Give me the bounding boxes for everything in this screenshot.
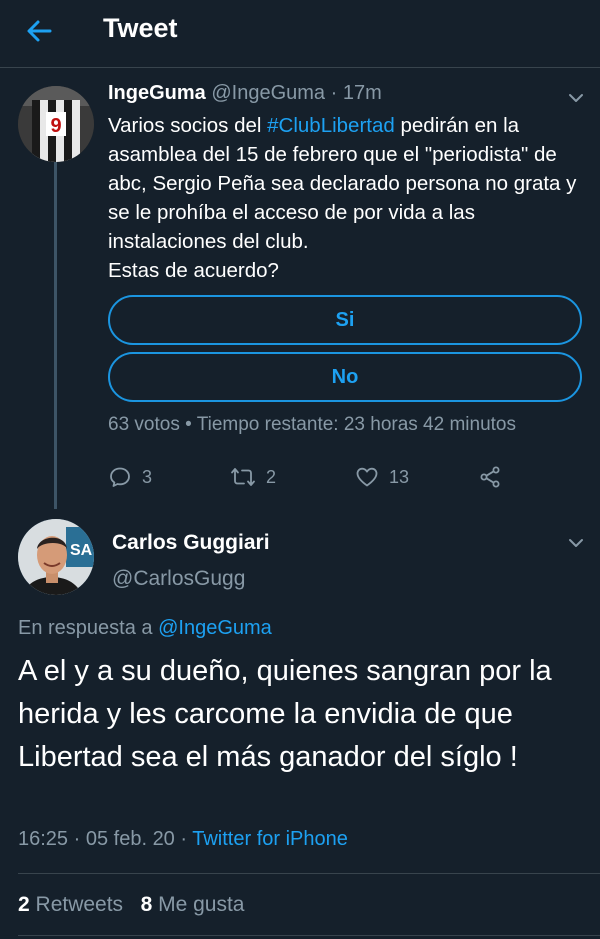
poll-time-left: Tiempo restante: 23 horas 42 minutos bbox=[196, 414, 517, 435]
meta-separator: · bbox=[68, 828, 86, 850]
tweet-time: 16:25 bbox=[18, 828, 69, 850]
poll-option-si[interactable]: Si bbox=[108, 295, 582, 345]
poll-status: 63 votos • Tiempo restante: 23 horas 42 … bbox=[108, 414, 516, 436]
like-button[interactable]: 13 bbox=[355, 462, 409, 492]
thread-connector-line bbox=[54, 157, 57, 509]
heart-icon bbox=[356, 467, 378, 487]
poll-bullet: • bbox=[179, 414, 197, 435]
likes-label: Me gusta bbox=[152, 893, 245, 916]
meta-separator: · bbox=[174, 828, 193, 850]
avatar[interactable]: 9 bbox=[18, 86, 94, 162]
time-separator: · bbox=[325, 82, 343, 104]
likes-stat[interactable]: 8 Me gusta bbox=[141, 893, 245, 916]
retweets-label: Retweets bbox=[29, 893, 124, 916]
top-bar: Tweet bbox=[0, 0, 600, 68]
source-link[interactable]: Twitter for iPhone bbox=[192, 828, 348, 850]
hashtag-link[interactable]: #ClubLibertad bbox=[267, 114, 395, 137]
share-button[interactable] bbox=[478, 462, 512, 492]
svg-text:9: 9 bbox=[50, 115, 61, 137]
retweet-icon bbox=[231, 468, 255, 486]
tweet-metadata: 16:25 · 05 feb. 20 · Twitter for iPhone bbox=[18, 828, 348, 851]
tweet-date: 05 feb. 20 bbox=[85, 828, 175, 850]
back-button[interactable] bbox=[20, 14, 60, 48]
tweet-text: Varios socios del #ClubLibertad pedirán … bbox=[108, 111, 588, 285]
in-reply-to: En respuesta a @IngeGuma bbox=[18, 617, 272, 640]
poll-option-no[interactable]: No bbox=[108, 352, 582, 402]
in-reply-label: En respuesta a bbox=[18, 617, 159, 639]
avatar[interactable]: SA bbox=[18, 519, 94, 595]
mention-link[interactable]: @IngeGuma bbox=[158, 617, 272, 639]
reply-icon bbox=[110, 467, 130, 487]
tweet-text: A el y a su dueño, quienes sangran por l… bbox=[18, 655, 552, 773]
author-handle[interactable]: @CarlosGugg bbox=[112, 567, 245, 591]
tweet-text-part: pedirán en la asamblea del 15 de febrero… bbox=[108, 114, 577, 282]
divider bbox=[18, 873, 600, 874]
tweet-time: 17m bbox=[342, 82, 382, 104]
author-handle[interactable]: @IngeGuma bbox=[211, 82, 325, 104]
chevron-down-icon bbox=[569, 539, 583, 547]
tweet-stats: 2 Retweets 8 Me gusta bbox=[18, 893, 244, 917]
tweet-options-button[interactable] bbox=[564, 86, 588, 110]
tweet-author-line: IngeGuma @IngeGuma · 17m bbox=[108, 82, 382, 105]
likes-count: 8 bbox=[140, 893, 153, 916]
retweet-button[interactable]: 2 bbox=[230, 462, 276, 492]
jersey-avatar-image: 9 bbox=[18, 86, 94, 162]
tweet-options-button[interactable] bbox=[564, 531, 588, 555]
tweet-text-part: Varios socios del bbox=[108, 114, 268, 137]
poll-votes: 63 votos bbox=[108, 414, 180, 435]
share-icon bbox=[480, 466, 500, 488]
chevron-down-icon bbox=[569, 94, 583, 102]
profile-photo-avatar-image: SA bbox=[18, 519, 94, 595]
author-name[interactable]: IngeGuma bbox=[108, 82, 206, 104]
arrow-left-icon bbox=[27, 20, 52, 42]
author-name[interactable]: Carlos Guggiari bbox=[112, 531, 270, 555]
divider bbox=[18, 935, 600, 936]
retweets-stat[interactable]: 2 Retweets bbox=[18, 893, 123, 916]
reply-button[interactable]: 3 bbox=[108, 462, 152, 492]
svg-text:SA: SA bbox=[70, 542, 93, 559]
like-count: 13 bbox=[389, 466, 410, 487]
reply-count: 3 bbox=[142, 466, 153, 487]
retweet-count: 2 bbox=[266, 466, 277, 487]
page-title: Tweet bbox=[103, 13, 178, 43]
retweets-count: 2 bbox=[18, 893, 30, 916]
